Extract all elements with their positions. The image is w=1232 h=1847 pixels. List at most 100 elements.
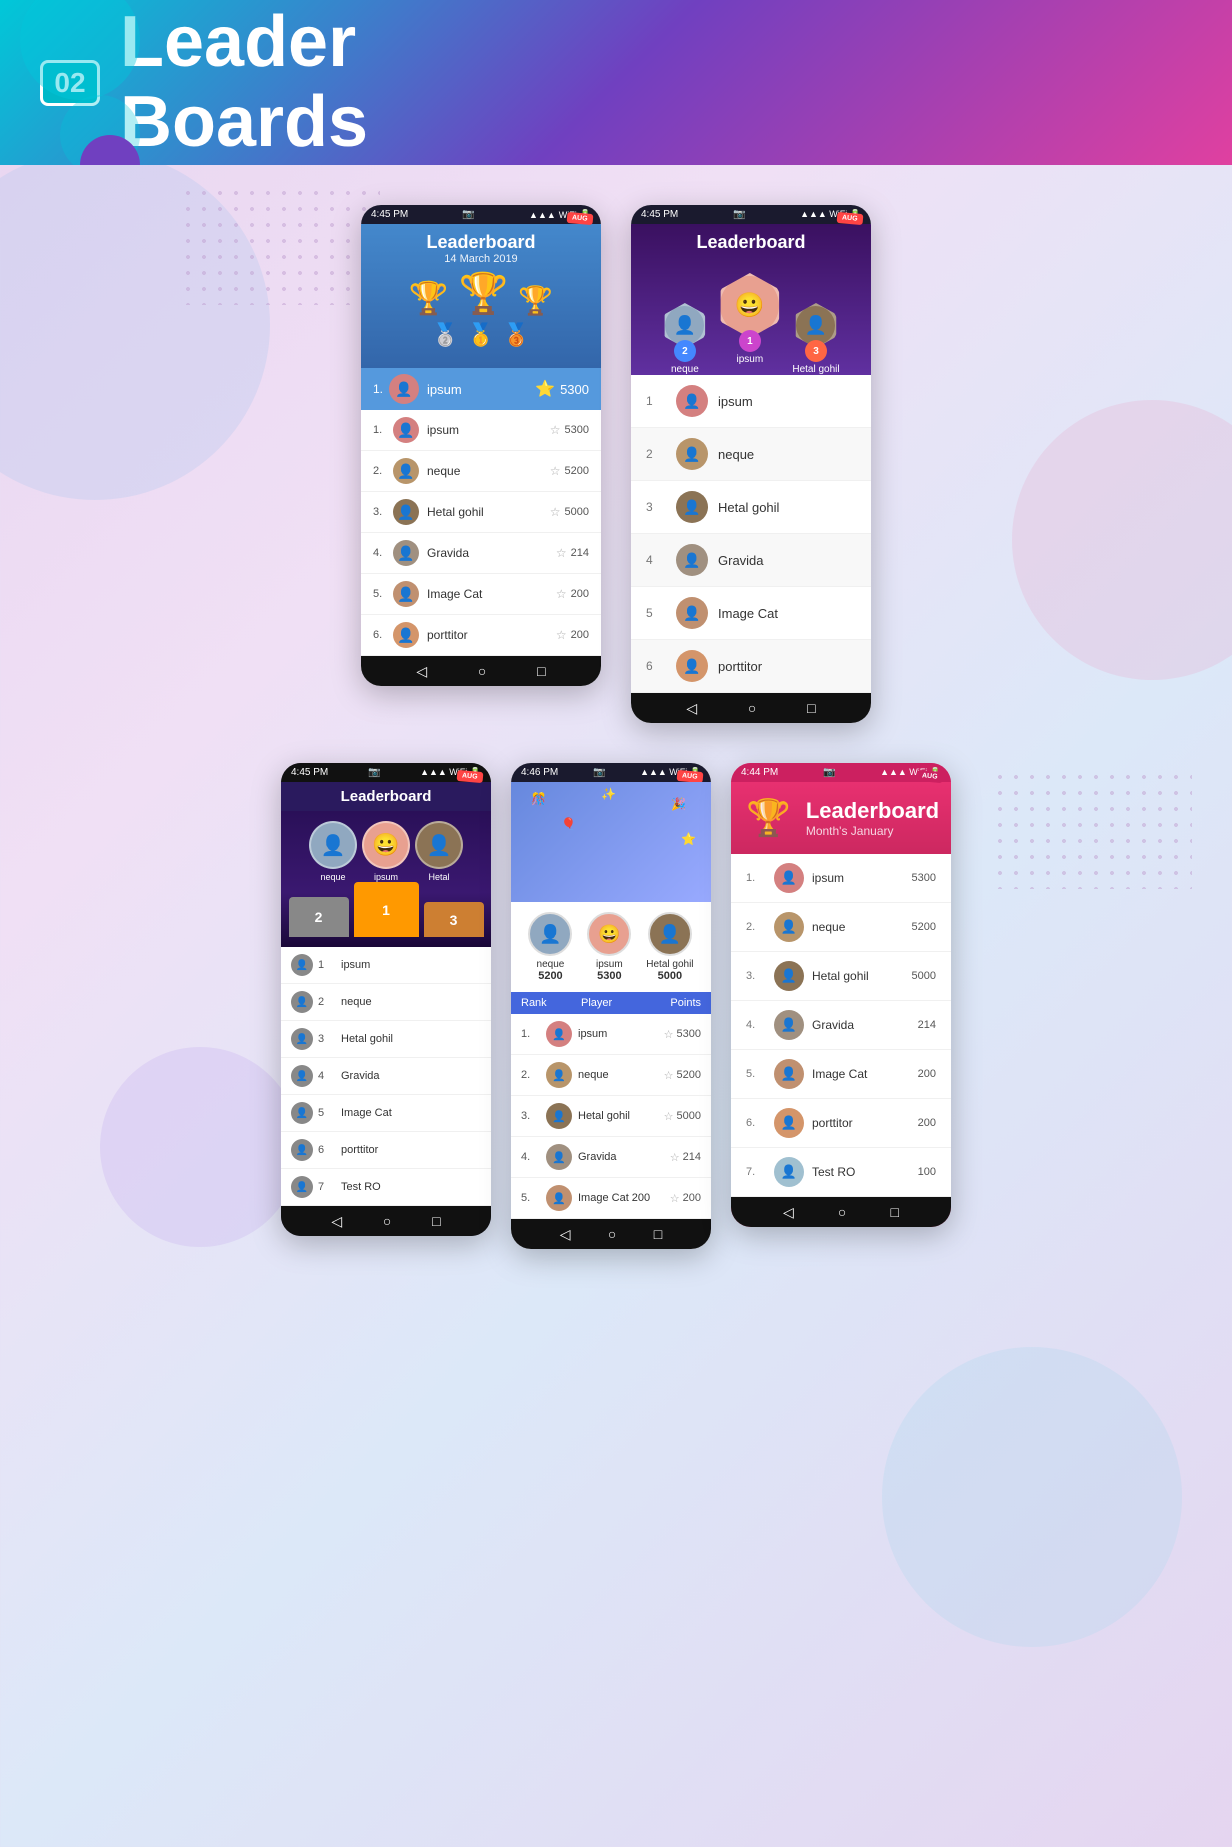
trophy-silver: 🏆 [409, 279, 449, 317]
phone4-celebration-header: 🎊 🎉 🎈 ✨ ⭐ [511, 782, 711, 902]
phone1-subtitle: 14 March 2019 [361, 253, 601, 265]
rank-badge-1: 1 [739, 330, 761, 352]
phone5-row-4: 4. 👤 Gravida 214 [731, 1001, 951, 1050]
phone3-row-2: 👤 2 neque [281, 984, 491, 1021]
phone-3: 4:45 PM 📷 ▲▲▲ WiFi 🔋 AUG Leaderboard 👤 n… [281, 763, 491, 1236]
home-icon-2: ○ [748, 700, 756, 716]
phone5-row-5: 5. 👤 Image Cat 200 [731, 1050, 951, 1099]
confetti-3: 🎈 [561, 817, 576, 831]
player-row-1: 1. 👤 ipsum ☆ 5300 [361, 410, 601, 451]
recent-icon-5: □ [890, 1204, 898, 1220]
phone3-player-2: 👤 neque [309, 821, 357, 882]
phone4-avatar-2: 👤 [546, 1062, 572, 1088]
phone5-nav-bar: ◁ ○ □ [731, 1197, 951, 1227]
phone3-avatar-2: 👤 [309, 821, 357, 869]
phone4-top-avatar-1: 😀 [587, 912, 631, 956]
phone1-camera-icon: 📷 [462, 209, 474, 220]
phone4-top-player-2: 👤 neque 5200 [528, 912, 572, 982]
phone-1: 4:45 PM 📷 ▲▲▲ WiFi 🔋 AUG Leaderboard 14 … [361, 205, 601, 686]
phone2-time: 4:45 PM [641, 209, 678, 220]
main-content: 4:45 PM 📷 ▲▲▲ WiFi 🔋 AUG Leaderboard 14 … [0, 165, 1232, 1289]
phone4-top-player-3: 👤 Hetal gohil 5000 [646, 912, 693, 982]
phone2-row-5: 5 👤 Image Cat [631, 587, 871, 640]
recent-icon-3: □ [432, 1213, 440, 1229]
phone3-row-6: 👤 6 porttitor [281, 1132, 491, 1169]
phone2-row-2: 2 👤 neque [631, 428, 871, 481]
confetti-2: 🎉 [671, 797, 686, 811]
phone3-podium-players: 👤 neque 😀 ipsum 👤 Hetal [286, 821, 486, 882]
phone1-trophy-area: 🏆 🏆 🏆 [361, 265, 601, 317]
home-icon-5: ○ [838, 1204, 846, 1220]
phone4-row-4: 4. 👤 Gravida ☆ 214 [511, 1137, 711, 1178]
phone1-title: Leaderboard [361, 232, 601, 253]
phone5-row-2: 2. 👤 neque 5200 [731, 903, 951, 952]
aug-badge-1: AUG [567, 212, 593, 225]
podium-player-3: 👤 3 Hetal gohil [792, 303, 839, 375]
medal-row: 🥈 🥇 🥉 [361, 317, 601, 353]
phone1-nav-bar: ◁ ○ □ [361, 656, 601, 686]
phone5-trophy-icon: 🏆 [746, 797, 791, 839]
medal-gold: 🥇 [467, 322, 494, 348]
phone2-avatar-1: 👤 [676, 385, 708, 417]
phone4-row-5: 5. 👤 Image Cat 200 ☆ 200 [511, 1178, 711, 1219]
phone4-avatar-4: 👤 [546, 1144, 572, 1170]
home-icon: ○ [478, 663, 486, 679]
phone-4: 4:46 PM 📷 ▲▲▲ WiFi 🔋 AUG 🎊 🎉 🎈 ✨ ⭐ [511, 763, 711, 1249]
medal-silver: 🥈 [432, 322, 459, 348]
aug-badge-2: AUG [837, 212, 863, 225]
phone2-player-list: 1 👤 ipsum 2 👤 neque 3 👤 Hetal gohil [631, 375, 871, 693]
rank-badge-3: 3 [805, 340, 827, 362]
phone3-player-list: 👤 1 ipsum 👤 2 neque 👤 3 Hetal gohil [281, 947, 491, 1206]
player-row-5: 5. 👤 Image Cat ☆ 200 [361, 574, 601, 615]
player-row-3: 3. 👤 Hetal gohil ☆ 5000 [361, 492, 601, 533]
phone4-top-avatar-2: 👤 [528, 912, 572, 956]
phone3-avatar-3: 👤 [415, 821, 463, 869]
phone4-avatar-1: 👤 [546, 1021, 572, 1047]
phone3-time: 4:45 PM [291, 767, 328, 778]
col-points-header: Points [641, 997, 701, 1009]
phone1-status-bar: 4:45 PM 📷 ▲▲▲ WiFi 🔋 [361, 205, 601, 224]
player-row-4: 4. 👤 Gravida ☆ 214 [361, 533, 601, 574]
phone3-title: Leaderboard [341, 788, 432, 805]
player-row-2: 2. 👤 neque ☆ 5200 [361, 451, 601, 492]
medal-bronze: 🥉 [503, 322, 530, 348]
star-2: ☆ [550, 464, 561, 478]
col-rank-header: Rank [521, 997, 581, 1009]
signal-icon: ▲▲▲ [529, 210, 556, 220]
phone2-camera-icon: 📷 [733, 209, 745, 220]
confetti-4: ✨ [601, 787, 616, 801]
phone2-row-1: 1 👤 ipsum [631, 375, 871, 428]
phone4-row-3: 3. 👤 Hetal gohil ☆ 5000 [511, 1096, 711, 1137]
phone3-nav-bar: ◁ ○ □ [281, 1206, 491, 1236]
confetti-5: ⭐ [681, 832, 696, 846]
phone2-title: Leaderboard [631, 232, 871, 263]
phone2-avatar-6: 👤 [676, 650, 708, 682]
star-icon-top: ⭐ [535, 379, 555, 399]
star-4: ☆ [556, 546, 567, 560]
phone4-table-header: Rank Player Points [511, 992, 711, 1014]
phone1-time: 4:45 PM [371, 209, 408, 220]
podium-avatar-1: 😀 [717, 273, 782, 338]
podium-block-2: 2 [289, 897, 349, 937]
phone3-player-3: 👤 Hetal [415, 821, 463, 882]
phone4-top-players: 👤 neque 5200 😀 ipsum 5300 👤 Hetal gohil … [511, 902, 711, 992]
phone4-avatar-5: 👤 [546, 1185, 572, 1211]
phone2-row-3: 3 👤 Hetal gohil [631, 481, 871, 534]
rank-badge-2: 2 [674, 340, 696, 362]
phone3-header: Leaderboard [281, 782, 491, 811]
top-rank: 1. [373, 382, 383, 396]
phone5-avatar-7: 👤 [774, 1157, 804, 1187]
trophy-bronze: 🏆 [518, 284, 553, 317]
home-icon-3: ○ [383, 1213, 391, 1229]
phone2-status-bar: 4:45 PM 📷 ▲▲▲ WiFi 🔋 [631, 205, 871, 224]
phone4-row-2: 2. 👤 neque ☆ 5200 [511, 1055, 711, 1096]
phone5-time: 4:44 PM [741, 767, 778, 778]
phone5-subtitle: Month's January [806, 824, 939, 838]
player-row-6: 6. 👤 porttitor ☆ 200 [361, 615, 601, 656]
phone5-row-7: 7. 👤 Test RO 100 [731, 1148, 951, 1197]
phone4-top-player-1: 😀 ipsum 5300 [587, 912, 631, 982]
phone2-avatar-3: 👤 [676, 491, 708, 523]
phone3-player-1: 😀 ipsum [362, 821, 410, 882]
phone-5-container: 4:44 PM 📷 ▲▲▲ WiFi 🔋 AUG 🏆 Leaderboard M… [731, 763, 951, 1249]
back-icon-3: ◁ [331, 1213, 342, 1230]
